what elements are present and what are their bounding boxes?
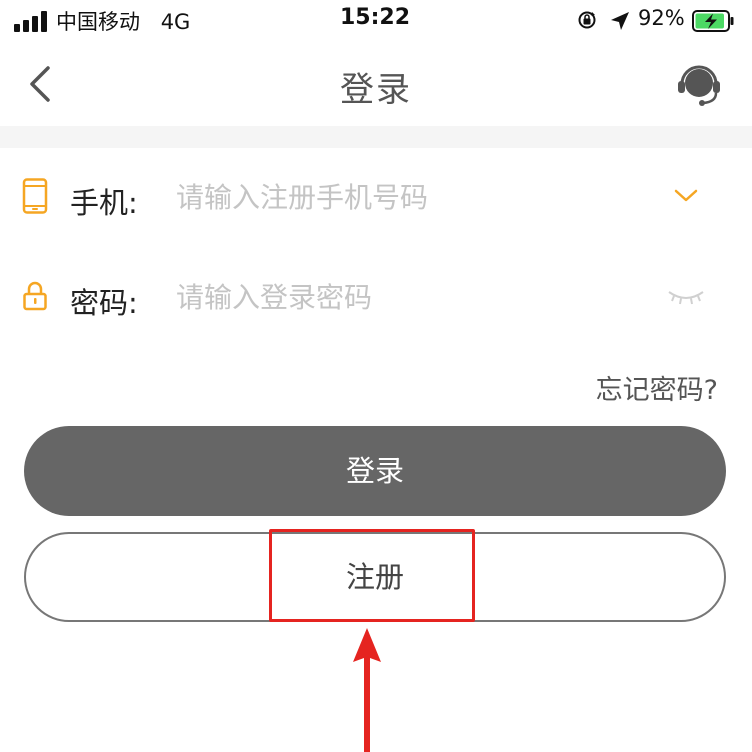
battery-charging-icon bbox=[692, 10, 734, 32]
network-type: 4G bbox=[160, 10, 191, 34]
headset-icon[interactable] bbox=[676, 62, 722, 108]
phone-row: 手机: bbox=[0, 158, 752, 238]
login-screen: 中国移动 4G 15:22 92% 登录 手机: 请输入注册手机号码 密码: 忘… bbox=[0, 0, 752, 752]
carrier-name: 中国移动 bbox=[56, 10, 140, 34]
login-button[interactable]: 登录 bbox=[24, 426, 726, 516]
phone-icon bbox=[22, 178, 48, 214]
annotation-arrow-icon bbox=[353, 628, 381, 752]
location-arrow-icon bbox=[611, 12, 629, 30]
section-divider bbox=[0, 126, 752, 148]
password-row: 密码: bbox=[0, 258, 752, 338]
rotation-lock-icon bbox=[578, 11, 596, 29]
phone-input[interactable] bbox=[176, 174, 646, 220]
lock-icon bbox=[23, 281, 47, 311]
eye-closed-icon[interactable] bbox=[666, 284, 706, 308]
password-input[interactable] bbox=[176, 274, 646, 320]
carrier-info: 中国移动 4G bbox=[56, 6, 190, 36]
signal-strength-icon bbox=[14, 10, 48, 32]
status-time: 15:22 bbox=[340, 5, 411, 30]
status-bar: 中国移动 4G 15:22 92% bbox=[0, 0, 752, 42]
phone-label: 手机: bbox=[70, 186, 138, 220]
forgot-password-link[interactable]: 忘记密码? bbox=[596, 368, 718, 407]
battery-percent: 92% bbox=[638, 6, 685, 30]
page-title: 登录 bbox=[340, 70, 412, 110]
password-label: 密码: bbox=[70, 286, 138, 320]
navigation-bar: 登录 bbox=[0, 42, 752, 126]
annotation-highlight-box bbox=[269, 529, 475, 622]
chevron-down-icon[interactable] bbox=[672, 184, 700, 208]
